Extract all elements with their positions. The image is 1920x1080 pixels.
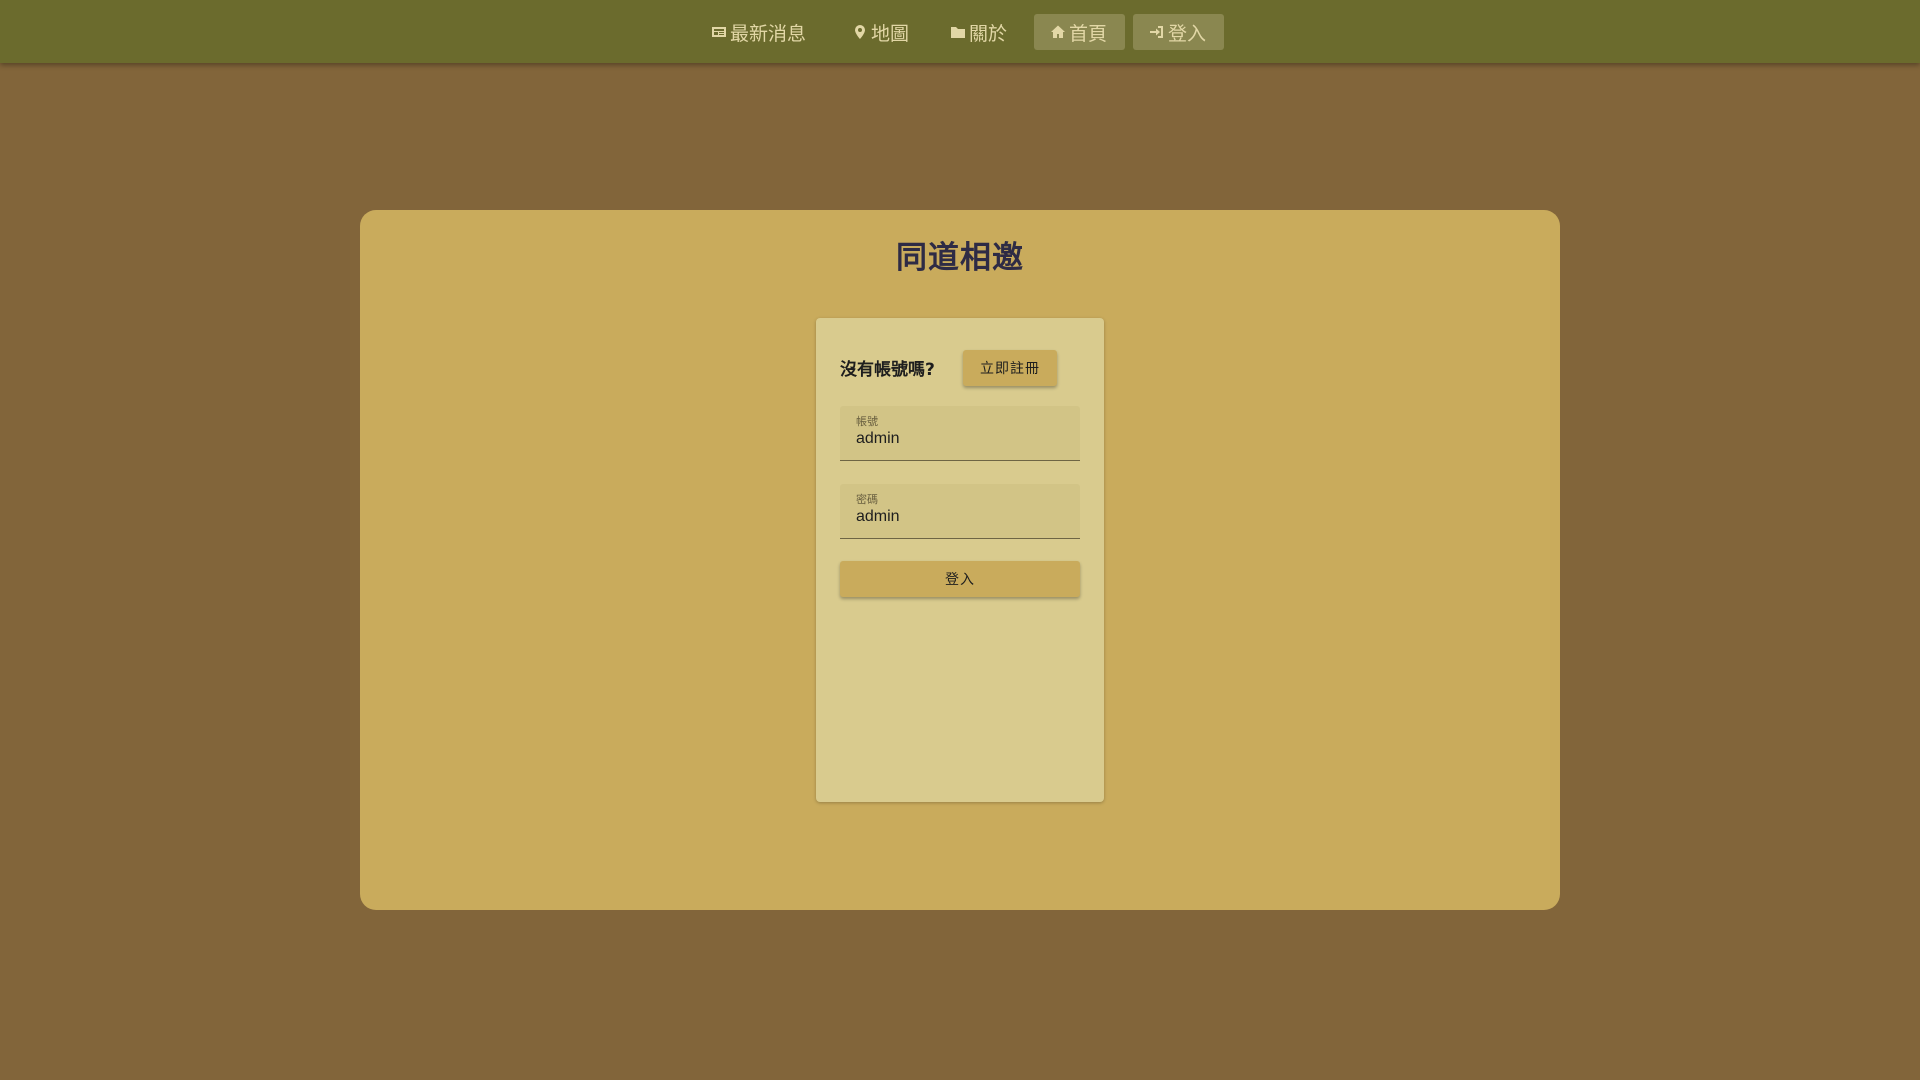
register-button[interactable]: 立即註冊	[963, 350, 1057, 386]
page-title: 同道相邀	[896, 240, 1024, 276]
password-label: 密碼	[856, 493, 878, 506]
login-submit-button[interactable]: 登入	[840, 561, 1080, 597]
nav-home-button[interactable]: 首頁	[1034, 14, 1125, 50]
nav-login-label: 登入	[1168, 22, 1207, 45]
folder-icon	[951, 27, 965, 38]
login-icon	[1150, 26, 1163, 38]
no-account-text: 沒有帳號嗎?	[840, 360, 935, 380]
nav-map-label: 地圖	[871, 22, 910, 45]
nav-news-link[interactable]: 最新消息	[711, 14, 806, 50]
nav-about-link[interactable]: 關於	[950, 14, 1007, 50]
nav-news-label: 最新消息	[730, 22, 807, 45]
nav-about-label: 關於	[969, 22, 1008, 45]
map-pin-icon	[855, 25, 865, 39]
main-card: 同道相邀 沒有帳號嗎? 立即註冊 帳號 密碼 登入	[360, 210, 1560, 910]
password-input[interactable]	[856, 508, 1064, 526]
nav-map-link[interactable]: 地圖	[852, 14, 909, 50]
top-navigation-bar: 最新消息 地圖 關於 首頁 登入	[0, 0, 1920, 63]
nav-home-label: 首頁	[1069, 22, 1108, 45]
nav-login-button[interactable]: 登入	[1133, 14, 1224, 50]
username-label: 帳號	[856, 415, 878, 428]
username-field[interactable]: 帳號	[840, 406, 1080, 461]
username-input[interactable]	[856, 430, 1064, 448]
login-panel: 沒有帳號嗎? 立即註冊 帳號 密碼 登入	[816, 318, 1104, 802]
newspaper-icon	[712, 27, 726, 37]
home-icon	[1051, 25, 1065, 38]
password-field[interactable]: 密碼	[840, 484, 1080, 539]
